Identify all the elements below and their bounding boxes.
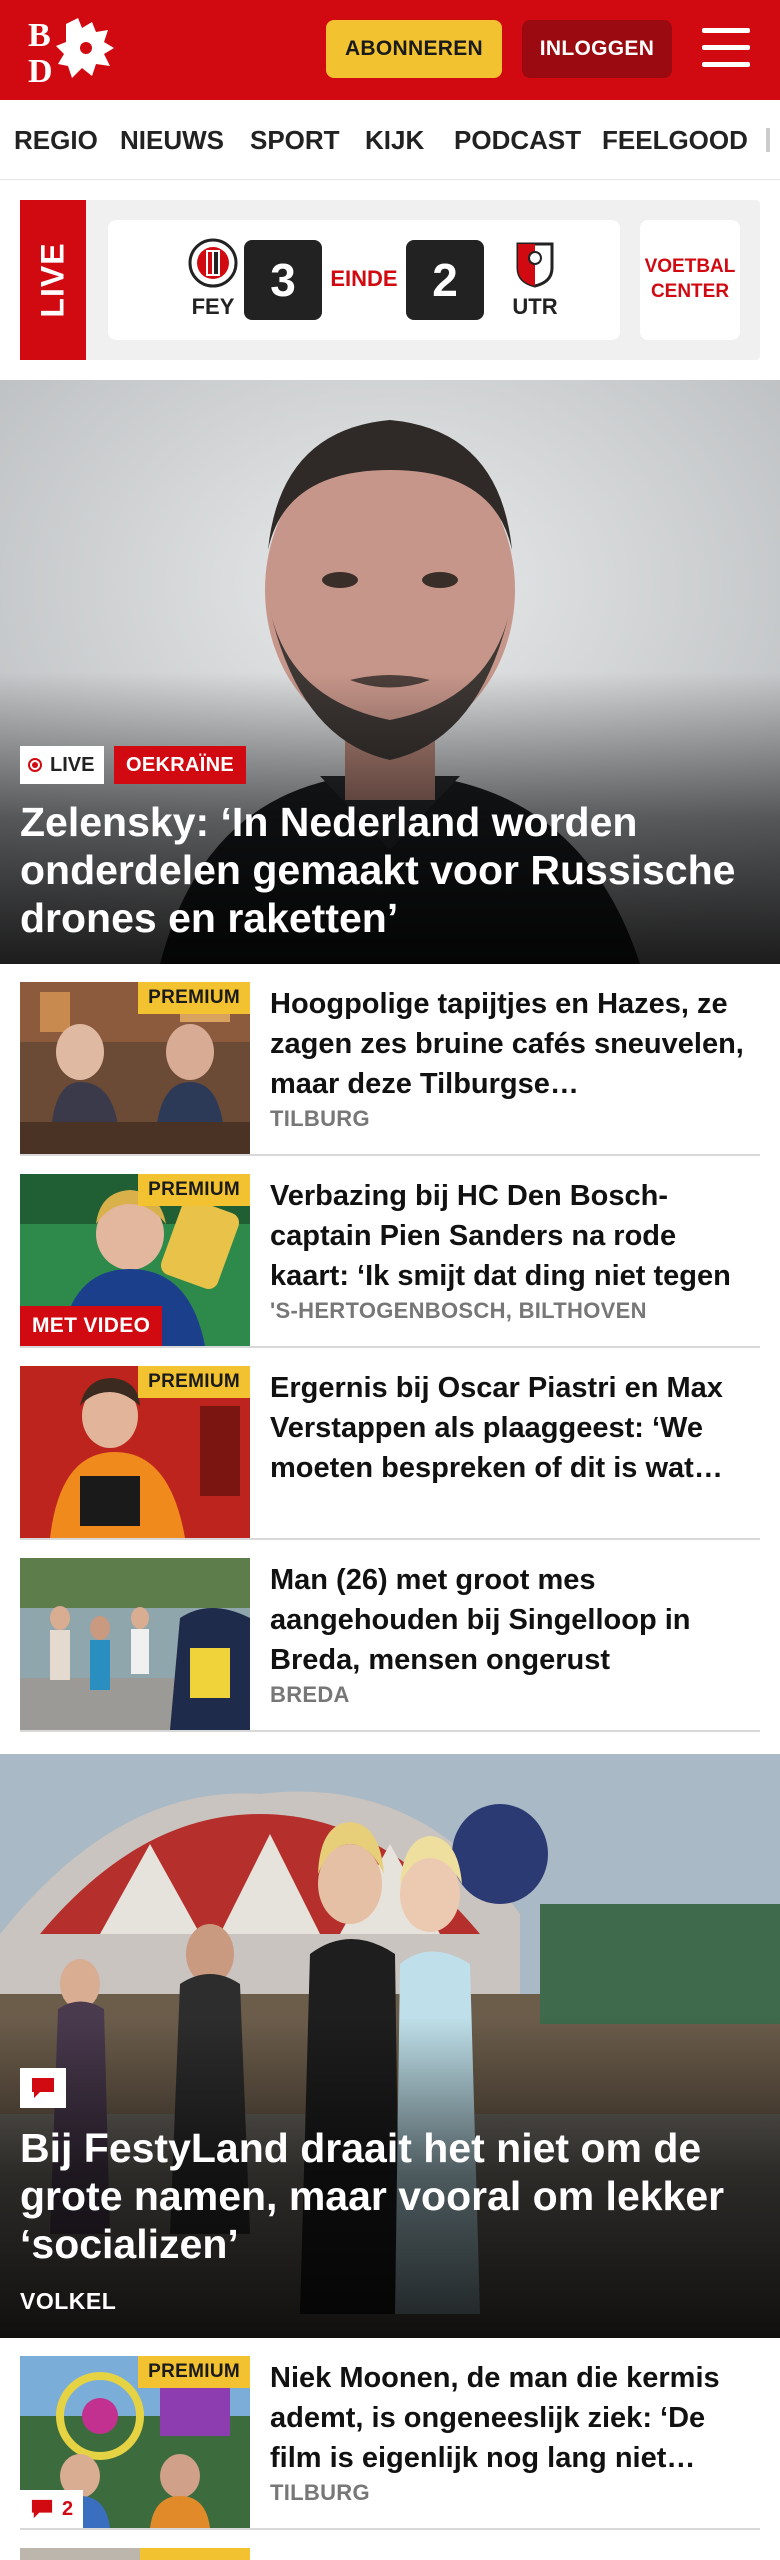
svg-text:D: D bbox=[28, 53, 53, 86]
voetbal-center-button[interactable]: VOETBAL CENTER bbox=[640, 220, 740, 340]
article-title[interactable]: Ergernis bij Oscar Piastri en Max Versta… bbox=[270, 1368, 760, 1488]
feature-location: VOLKEL bbox=[20, 2288, 117, 2314]
article-location: 'S-HERTOGENBOSCH, BILTHOVEN bbox=[270, 1298, 647, 1323]
site-header: B D ABONNEREN INLOGGEN bbox=[0, 0, 780, 100]
section-nav: REGIO NIEUWS SPORT KIJK PODCAST FEELGOOD bbox=[0, 100, 780, 180]
svg-text:B: B bbox=[28, 17, 51, 54]
article-thumbnail: PREMIUM bbox=[20, 982, 250, 1154]
article-title[interactable]: Verbazing bij HC Den Bosch-captain Pien … bbox=[270, 1176, 760, 1296]
article-location: BREDA bbox=[270, 1682, 350, 1707]
article-thumbnail: PREMIUM MET VIDEO bbox=[20, 1174, 250, 1346]
nav-overflow-hint bbox=[766, 128, 770, 152]
utrecht-logo-icon bbox=[516, 242, 554, 288]
comment-icon bbox=[20, 2068, 66, 2108]
article-title[interactable]: Hoogpolige tapijtjes en Hazes, ze zagen … bbox=[270, 984, 760, 1104]
live-dot-icon bbox=[28, 758, 42, 772]
hamburger-menu-icon[interactable] bbox=[702, 28, 750, 70]
nav-item-nieuws[interactable]: NIEUWS bbox=[120, 100, 224, 179]
live-badge-label: LIVE bbox=[50, 753, 95, 776]
nav-item-sport[interactable]: SPORT bbox=[250, 100, 340, 179]
subscribe-button[interactable]: ABONNEREN bbox=[326, 20, 502, 78]
nav-item-kijk[interactable]: KIJK bbox=[365, 100, 424, 179]
live-tab: LIVE bbox=[20, 200, 86, 360]
article-location: TILBURG bbox=[270, 2480, 370, 2505]
home-team-name: FEY bbox=[191, 294, 235, 319]
comment-count-badge: 2 bbox=[20, 2490, 84, 2528]
article-item[interactable]: PREMIUM Ergernis bij Oscar Piastri en Ma… bbox=[20, 1348, 760, 1540]
premium-badge: PREMIUM bbox=[138, 1366, 250, 1398]
live-score-widget: LIVE FEY 3 EINDE 2 UTR VOETBAL CENTER bbox=[20, 200, 760, 360]
match-status: EINDE bbox=[330, 266, 398, 291]
home-score: 3 bbox=[244, 240, 322, 320]
article-item[interactable]: PREMIUM MET VIDEO Verbazing bij HC Den B… bbox=[20, 1156, 760, 1348]
article-thumbnail: PREMIUM 2 bbox=[20, 2356, 250, 2528]
voetbal-center-label-1: VOETBAL bbox=[644, 256, 736, 278]
topic-badge[interactable]: OEKRAÏNE bbox=[114, 746, 246, 784]
voetbal-center-label-2: CENTER bbox=[650, 281, 730, 302]
singelloop-photo bbox=[20, 1558, 250, 1730]
match-card[interactable]: FEY 3 EINDE 2 UTR bbox=[108, 220, 620, 340]
next-premium-badge bbox=[140, 2548, 250, 2560]
feature-title[interactable]: Bij FestyLand draait het niet om de grot… bbox=[20, 2124, 760, 2268]
feyenoord-logo-icon bbox=[188, 238, 238, 288]
comment-count: 2 bbox=[62, 2497, 74, 2520]
live-badge: LIVE bbox=[20, 746, 105, 784]
feature-article[interactable]: Bij FestyLand draait het niet om de grot… bbox=[0, 1754, 780, 2338]
nav-item-podcast[interactable]: PODCAST bbox=[454, 100, 581, 179]
nav-item-feelgood[interactable]: FEELGOOD bbox=[602, 100, 748, 179]
comment-icon bbox=[31, 2499, 53, 2519]
away-team-name: UTR bbox=[512, 294, 558, 319]
bd-logo[interactable]: B D bbox=[26, 14, 116, 86]
article-item[interactable]: PREMIUM Hoogpolige tapijtjes en Hazes, z… bbox=[20, 964, 760, 1156]
premium-badge: PREMIUM bbox=[138, 1174, 250, 1206]
live-tab-label: LIVE bbox=[34, 242, 71, 318]
article-thumbnail: PREMIUM bbox=[20, 1366, 250, 1538]
hero-title[interactable]: Zelensky: ‘In Nederland worden onderdele… bbox=[20, 798, 760, 942]
login-button[interactable]: INLOGGEN bbox=[522, 20, 672, 78]
article-location: TILBURG bbox=[270, 1106, 370, 1131]
premium-badge: PREMIUM bbox=[138, 982, 250, 1014]
premium-badge: PREMIUM bbox=[138, 2356, 250, 2388]
article-thumbnail bbox=[20, 1558, 250, 1730]
article-title[interactable]: Man (26) met groot mes aangehouden bij S… bbox=[270, 1560, 760, 1680]
hero-article[interactable]: LIVE OEKRAÏNE Zelensky: ‘In Nederland wo… bbox=[0, 380, 780, 964]
nav-item-regio[interactable]: REGIO bbox=[14, 100, 98, 179]
article-item[interactable]: Man (26) met groot mes aangehouden bij S… bbox=[20, 1540, 760, 1732]
video-badge: MET VIDEO bbox=[20, 1306, 163, 1346]
away-score: 2 bbox=[406, 240, 484, 320]
article-item[interactable]: PREMIUM 2 Niek Moonen, de man die kermis… bbox=[20, 2338, 760, 2530]
article-title[interactable]: Niek Moonen, de man die kermis ademt, is… bbox=[270, 2358, 760, 2478]
